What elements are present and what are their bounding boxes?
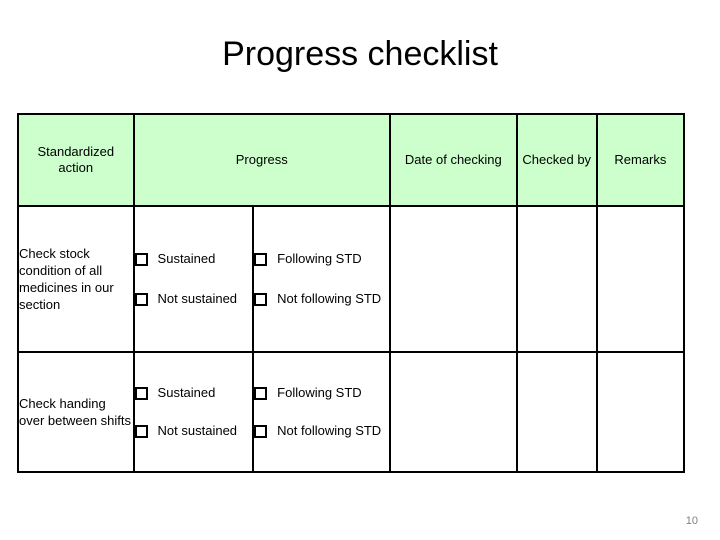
progress-standard-cell: Following STD Not following STD [252, 351, 391, 473]
progress-checklist-table: Standardized action Progress Date of che… [17, 113, 686, 473]
checkbox-option-label: Not following STD [277, 423, 382, 438]
checkbox-option-label: Sustained [157, 385, 216, 400]
checkbox-option-label: Not following STD [277, 291, 382, 306]
checkbox-option-sustained[interactable]: Sustained [134, 384, 253, 402]
checkbox-icon[interactable] [134, 253, 148, 266]
action-text: Check stock condition of all medicines i… [19, 246, 114, 312]
checkbox-option-label: Following STD [277, 251, 362, 266]
checkbox-icon[interactable] [254, 293, 268, 306]
column-header-progress: Progress [132, 113, 392, 207]
page-title: Progress checklist [222, 35, 498, 73]
checkbox-option-label: Not sustained [157, 423, 238, 438]
checkbox-option-sustained[interactable]: Sustained [134, 250, 253, 268]
page-number: 10 [685, 515, 698, 527]
action-text: Check handing over between shifts [19, 396, 132, 428]
checkbox-option-not-following-std[interactable]: Not following STD [254, 290, 389, 308]
table-header-row: Standardized action Progress Date of che… [17, 113, 686, 207]
table-row: Check stock condition of all medicines i… [17, 205, 686, 353]
checkbox-icon[interactable] [134, 293, 148, 306]
checkbox-option-label: Sustained [157, 251, 216, 266]
column-header-standardized-action: Standardized action [17, 113, 135, 207]
column-header-remarks: Remarks [595, 113, 686, 207]
checkbox-icon[interactable] [254, 387, 268, 400]
checkbox-option-label: Following STD [277, 385, 362, 400]
checkbox-option-not-sustained[interactable]: Not sustained [134, 422, 253, 440]
table-row: Check handing over between shifts Sustai… [17, 351, 686, 473]
checkbox-option-following-std[interactable]: Following STD [254, 250, 389, 268]
checkbox-icon[interactable] [134, 425, 148, 438]
checkbox-option-not-following-std[interactable]: Not following STD [254, 422, 389, 440]
progress-standard-cell: Following STD Not following STD [252, 205, 391, 353]
checkbox-option-label: Not sustained [157, 291, 238, 306]
progress-options-cell: Sustained Not sustained [132, 351, 255, 473]
date-of-checking-cell[interactable] [389, 205, 518, 353]
remarks-cell[interactable] [595, 351, 686, 473]
column-header-checked-by: Checked by [515, 113, 598, 207]
remarks-cell[interactable] [595, 205, 686, 353]
checklist-table-container: Standardized action Progress Date of che… [17, 113, 686, 473]
checkbox-icon[interactable] [254, 425, 268, 438]
date-of-checking-cell[interactable] [389, 351, 518, 473]
checkbox-icon[interactable] [134, 387, 148, 400]
checked-by-cell[interactable] [515, 205, 598, 353]
progress-options-cell: Sustained Not sustained [132, 205, 255, 353]
checked-by-cell[interactable] [515, 351, 598, 473]
checkbox-option-following-std[interactable]: Following STD [254, 384, 389, 402]
action-cell: Check stock condition of all medicines i… [17, 205, 135, 353]
slide-canvas: Progress checklist Standardized action P… [0, 0, 720, 540]
checkbox-icon[interactable] [254, 253, 268, 266]
action-cell: Check handing over between shifts [17, 351, 135, 473]
column-header-date-of-checking: Date of checking [389, 113, 518, 207]
checkbox-option-not-sustained[interactable]: Not sustained [134, 290, 253, 308]
